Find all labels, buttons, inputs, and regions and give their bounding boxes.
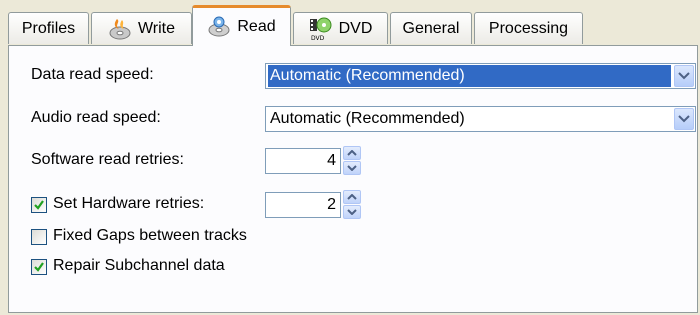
fixed-gaps-checkbox[interactable] [31,229,47,245]
data-read-speed-dropdown-button[interactable] [674,65,694,87]
dvd-icon: DVD [309,17,333,42]
tab-dvd-label: DVD [338,19,373,37]
tab-processing[interactable]: Processing [474,12,583,44]
hardware-retries-checkbox[interactable] [31,197,47,213]
burn-disc-icon [108,17,132,41]
software-retries-spinner [343,146,361,176]
tab-general-label: General [402,19,460,37]
tab-general[interactable]: General [390,12,472,44]
tab-strip: Profiles Write Read DVD DVD General Proc… [0,0,700,46]
audio-read-speed-select[interactable]: Automatic (Recommended) [265,106,696,132]
hardware-retries-spinner [343,190,361,220]
software-retries-up-button[interactable] [343,146,361,160]
software-retries-label: Software read retries: [31,151,184,168]
software-retries-field[interactable]: 4 [265,148,341,174]
arrow-down-icon [347,209,357,215]
arrow-up-icon [347,194,357,200]
data-read-speed-select[interactable]: Automatic (Recommended) [265,63,696,89]
data-read-speed-value: Automatic (Recommended) [268,65,671,87]
audio-read-speed-value: Automatic (Recommended) [270,110,465,127]
tab-dvd[interactable]: DVD DVD [293,12,388,44]
hardware-retries-up-button[interactable] [343,190,361,204]
read-settings-panel: Data read speed: Automatic (Recommended)… [8,45,698,313]
fixed-gaps-label: Fixed Gaps between tracks [53,227,247,244]
repair-subchannel-checkbox[interactable] [31,259,47,275]
hardware-retries-value: 2 [327,196,336,213]
chevron-down-icon [678,115,690,123]
data-read-speed-label: Data read speed: [31,66,154,83]
audio-read-speed-label: Audio read speed: [31,109,161,126]
tab-write-label: Write [137,19,176,37]
hardware-retries-field[interactable]: 2 [265,192,341,218]
tab-write[interactable]: Write [91,12,192,44]
software-retries-value: 4 [327,152,336,169]
tab-profiles-label: Profiles [21,19,76,37]
audio-read-speed-dropdown-button[interactable] [674,108,694,130]
software-retries-down-button[interactable] [343,161,361,175]
tab-profiles[interactable]: Profiles [8,12,89,44]
checkmark-icon [34,262,44,272]
chevron-down-icon [678,72,690,80]
tab-read-label: Read [237,18,276,35]
tab-read[interactable]: Read [192,5,291,46]
checkmark-icon [34,200,44,210]
svg-text:DVD: DVD [311,35,325,41]
repair-subchannel-label: Repair Subchannel data [53,257,225,274]
tab-processing-label: Processing [488,19,569,37]
arrow-up-icon [347,150,357,156]
arrow-down-icon [347,165,357,171]
hardware-retries-label: Set Hardware retries: [53,195,205,212]
read-disc-icon [207,15,231,39]
hardware-retries-down-button[interactable] [343,205,361,219]
